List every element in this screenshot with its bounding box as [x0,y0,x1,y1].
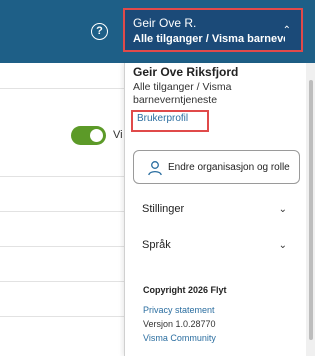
user-full-name: Geir Ove Riksfjord [133,65,239,79]
change-org-role-label: Endre organisasjon og rolle [168,162,290,173]
privacy-link[interactable]: Privacy statement [143,305,215,315]
divider [0,316,124,317]
menu-item-stillinger[interactable]: Stillinger ⌄ [133,199,300,223]
version-text: Versjon 1.0.28770 [143,319,216,329]
help-icon[interactable]: ? [91,23,108,40]
menu-item-label: Språk [142,239,171,251]
user-menu-button[interactable]: Geir Ove R. Alle tilganger / Visma barne… [123,8,303,52]
menu-item-label: Stillinger [142,203,185,215]
toggle-label: Vi [113,129,123,141]
profile-link[interactable]: Brukerprofil [137,113,188,124]
chevron-down-icon: ⌄ [278,204,287,215]
toggle-switch[interactable] [71,126,106,145]
user-icon [148,161,162,176]
background-page [0,63,124,356]
community-link[interactable]: Visma Community [143,333,216,343]
chevron-down-icon: ⌄ [278,240,287,251]
divider [0,88,124,89]
divider [0,246,124,247]
chevron-up-icon: ⌃ [282,25,291,36]
divider [0,281,124,282]
user-org-short: Alle tilganger / Visma barnevernt... [133,33,285,45]
scroll-thumb[interactable] [309,80,313,340]
change-org-role-button[interactable]: Endre organisasjon og rolle [133,150,300,184]
divider [0,211,124,212]
user-short-name: Geir Ove R. [133,16,197,30]
divider [0,176,124,177]
menu-item-sprak[interactable]: Språk ⌄ [133,235,300,259]
user-org-full: Alle tilganger / Visma barneverntjeneste [133,81,232,106]
copyright-text: Copyright 2026 Flyt [143,285,227,295]
